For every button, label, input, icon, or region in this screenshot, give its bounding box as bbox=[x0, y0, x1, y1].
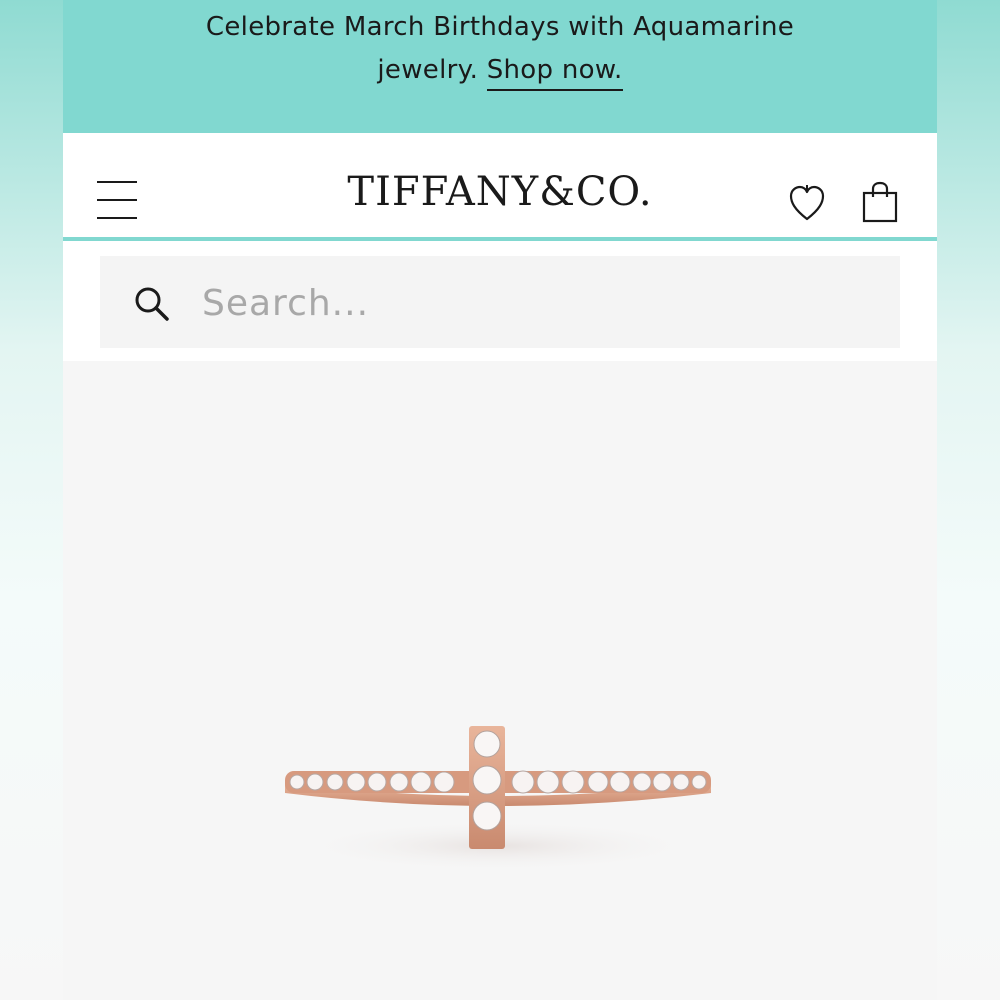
shopping-bag-button[interactable] bbox=[861, 181, 899, 223]
shopping-bag-icon bbox=[862, 181, 898, 223]
heart-icon bbox=[789, 185, 825, 221]
promo-banner: Celebrate March Birthdays with Aquamarin… bbox=[63, 0, 937, 133]
promo-text-line2: jewelry. Shop now. bbox=[63, 55, 937, 91]
promo-text-line1: Celebrate March Birthdays with Aquamarin… bbox=[205, 12, 795, 42]
search-box[interactable] bbox=[100, 256, 900, 348]
mobile-page: Celebrate March Birthdays with Aquamarin… bbox=[63, 0, 937, 1000]
site-header: TIFFANY&CO. bbox=[63, 133, 937, 237]
product-image-area bbox=[63, 361, 937, 1000]
promo-text-prefix: jewelry. bbox=[377, 55, 487, 85]
wishlist-button[interactable] bbox=[788, 183, 826, 223]
search-icon[interactable] bbox=[132, 284, 172, 324]
shop-now-link[interactable]: Shop now. bbox=[486, 55, 623, 91]
search-area bbox=[63, 241, 937, 361]
product-image[interactable] bbox=[273, 721, 723, 881]
search-input[interactable] bbox=[200, 272, 864, 334]
